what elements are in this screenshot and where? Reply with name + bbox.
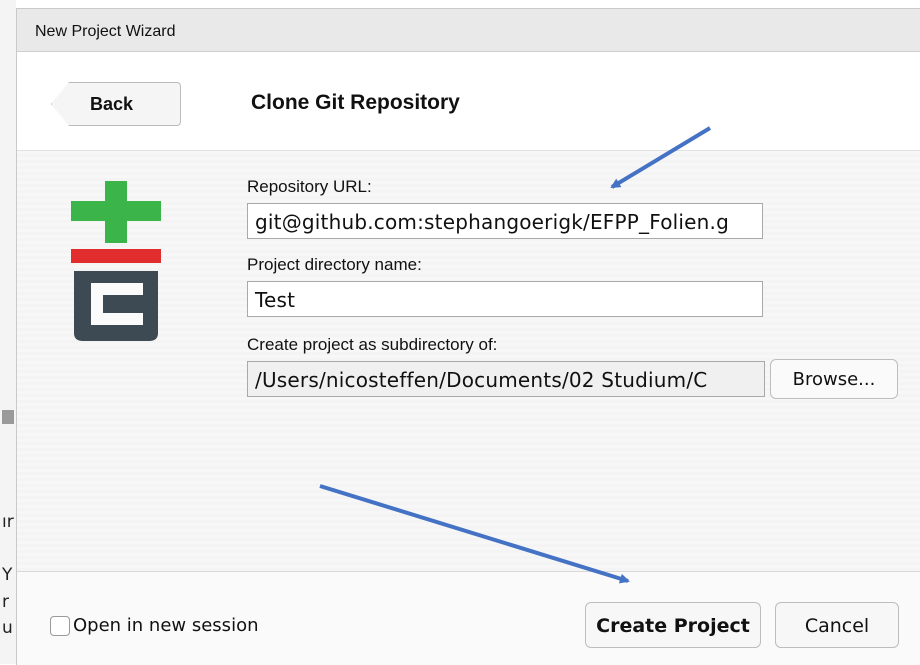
background-text: ır xyxy=(2,512,14,532)
new-project-dialog: New Project Wizard Back Clone Git Reposi… xyxy=(16,8,920,665)
open-new-session-checkbox[interactable] xyxy=(50,616,70,636)
back-button[interactable]: Back xyxy=(51,82,181,126)
project-directory-label: Project directory name: xyxy=(247,255,422,274)
git-logo-icon xyxy=(71,181,161,341)
background-scrollbar xyxy=(2,410,14,424)
wizard-body: Repository URL: git@github.com:stephango… xyxy=(17,151,920,572)
dialog-title: New Project Wizard xyxy=(35,23,176,40)
background-window-edge: ır Y r u xyxy=(0,0,16,664)
wizard-footer: Open in new session Create Project Cance… xyxy=(17,572,920,665)
open-new-session-label[interactable]: Open in new session xyxy=(73,615,258,636)
subdirectory-label: Create project as subdirectory of: xyxy=(247,335,498,354)
background-text: Y xyxy=(2,565,13,585)
subdirectory-path-field: /Users/nicosteffen/Documents/02 Studium/… xyxy=(247,361,765,397)
wizard-header: Back Clone Git Repository xyxy=(17,52,920,151)
repository-url-input[interactable]: git@github.com:stephangoerigk/EFPP_Folie… xyxy=(247,203,763,239)
repository-url-label: Repository URL: xyxy=(247,177,372,196)
create-project-button[interactable]: Create Project xyxy=(585,602,761,648)
background-text: u xyxy=(2,618,13,638)
page-title: Clone Git Repository xyxy=(251,91,460,114)
cancel-button[interactable]: Cancel xyxy=(775,602,899,648)
back-button-label: Back xyxy=(90,94,134,114)
background-text: r xyxy=(2,592,9,612)
project-directory-input[interactable]: Test xyxy=(247,281,763,317)
dialog-titlebar: New Project Wizard xyxy=(17,9,920,52)
browse-button[interactable]: Browse... xyxy=(770,359,898,399)
